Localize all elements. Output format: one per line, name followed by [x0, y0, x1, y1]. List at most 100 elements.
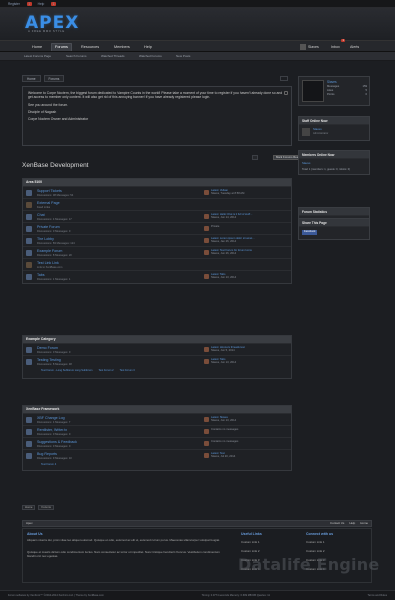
facebook-share-button[interactable]: Facebook: [302, 230, 318, 235]
forum-node[interactable]: XBF Change Log Discussions: 4 Messages: 7…: [23, 414, 291, 426]
forum-name[interactable]: Example Forum: [37, 249, 62, 253]
avatar[interactable]: [302, 80, 324, 102]
footer-link[interactable]: Custom Link 1: [241, 540, 259, 545]
forum-name[interactable]: Support Tickets: [37, 189, 62, 193]
rss-icon[interactable]: [280, 76, 288, 81]
avatar: [204, 429, 209, 434]
forum-name[interactable]: Private Forum: [37, 225, 60, 229]
breadcrumb-home[interactable]: Home: [22, 505, 36, 510]
forum-node[interactable]: The Lobby Discussions: 83 Messages: 124 La…: [23, 235, 291, 247]
forum-icon: [26, 441, 32, 447]
last-post: Latest: Test Slaves, Jul 20, 2014: [211, 452, 291, 459]
tab-help[interactable]: Help: [144, 43, 152, 51]
share-panel: Share This Page Facebook: [298, 218, 370, 240]
forum-name[interactable]: Demo Forum: [37, 346, 58, 350]
forum-stats: Discussions: 1 Messages: 1: [37, 277, 71, 281]
forum-name[interactable]: Bug Reports: [37, 452, 57, 456]
breadcrumb-forums[interactable]: Forums: [38, 505, 54, 510]
private-label: Private: [211, 225, 220, 228]
online-member[interactable]: Slaves: [302, 161, 310, 165]
forum-node[interactable]: External Page Feed Links: [23, 199, 291, 211]
panel-title: Share This Page: [299, 219, 369, 227]
terms-link[interactable]: Terms and Rules: [368, 594, 387, 597]
forum-icon: [26, 359, 32, 365]
subnav-watched-threads[interactable]: Watched Threads: [101, 54, 125, 59]
forum-name[interactable]: Testing Testing: [37, 358, 61, 362]
category-title[interactable]: XenBase Framework: [23, 406, 291, 414]
category-area-5100: Area 5100 Support Tickets Discussions: 38…: [22, 178, 292, 284]
site-tagline: A FREE MMO STYLE: [28, 29, 65, 33]
forum-name[interactable]: XBF Change Log: [37, 416, 65, 420]
category-title[interactable]: Area 5100: [23, 179, 291, 187]
about-title: About Us: [27, 532, 43, 536]
forum-node[interactable]: Bug Reports Discussions: 9 Messages: 10 La…: [23, 450, 291, 470]
forum-node[interactable]: Rentlister, Writer.tx Discussions: 0 Mess…: [23, 426, 291, 438]
connect-link[interactable]: Custom Link 1: [306, 540, 324, 545]
forum-stats: Discussions: 9 Messages: 10: [37, 456, 72, 460]
account-button[interactable]: Slaves: [300, 43, 319, 51]
empty-label: Contains no messages: [211, 440, 239, 443]
avatar-icon: [300, 44, 306, 50]
footer-link[interactable]: Custom Link 2: [241, 549, 259, 554]
help-link[interactable]: Help: [349, 521, 355, 526]
forum-node[interactable]: Support Tickets Discussions: 38 Messages:…: [23, 187, 291, 199]
subnav-watched-forums[interactable]: Watched Forums: [139, 54, 162, 59]
alerts-button[interactable]: Alerts: [350, 43, 359, 51]
forum-name[interactable]: Suggestions & Feedback: [37, 440, 77, 444]
forum-name[interactable]: Tabs: [37, 273, 45, 277]
breadcrumb-forums[interactable]: Forums: [43, 75, 65, 82]
page-title: XenBase Development: [22, 162, 89, 169]
site-header: APEX A FREE MMO STYLE: [0, 8, 395, 40]
avatar[interactable]: [302, 128, 310, 136]
page-nav-pill[interactable]: [252, 155, 258, 160]
subforum-link[interactable]: Test Forum 4: [41, 463, 56, 466]
forum-node[interactable]: Chat Discussions: 4 Messages: 17 Latest: H…: [23, 211, 291, 223]
forum-stats: Discussions: 8 Messages: 20: [37, 253, 72, 257]
forum-name[interactable]: Chat: [37, 213, 45, 217]
link-icon: [26, 262, 32, 268]
forum-stats: Discussions: 38 Messages: 54: [37, 193, 74, 197]
tab-home[interactable]: Home: [32, 43, 42, 51]
tab-members[interactable]: Members: [114, 43, 130, 51]
subforum-link[interactable]: Test Forum 3: [120, 369, 135, 372]
contact-link[interactable]: Contact Us: [330, 521, 344, 526]
register-link[interactable]: Register: [8, 2, 20, 6]
stat-label: Points: [327, 93, 335, 97]
subnav-new-posts[interactable]: New Posts: [176, 54, 190, 59]
home-link[interactable]: Home: [360, 521, 368, 526]
visitor-panel: Slaves Messages 159 Likes 5 Points 0: [298, 76, 370, 106]
subnav-latest[interactable]: Latest Forums Page: [24, 54, 51, 59]
copyright-bar: Forum software by XenForo™ ©2010-2014 Xe…: [0, 590, 395, 600]
forum-node[interactable]: Example Forum Discussions: 8 Messages: 20…: [23, 247, 291, 259]
forum-node[interactable]: Private Forum Discussions: 0 Messages: 0 P…: [23, 223, 291, 235]
forum-node[interactable]: Suggestions & Feedback Discussions: 0 Mes…: [23, 438, 291, 450]
empty-label: Contains no messages: [211, 428, 239, 431]
visitor-name[interactable]: Slaves: [327, 80, 337, 84]
about-text-2: Quisque et mauris dictum odio condimentu…: [27, 550, 220, 558]
forum-node[interactable]: Tabs Discussions: 1 Messages: 1 Latest: Ta…: [23, 271, 291, 283]
inbox-button[interactable]: Inbox: [331, 43, 340, 51]
forum-node[interactable]: Demo Forum Discussions: 0 Messages: 0 Late…: [23, 344, 291, 356]
avatar: [204, 453, 209, 458]
connect-link[interactable]: Custom Link 2: [306, 549, 324, 554]
notice-paragraph: Disciple of Nagash: [28, 109, 57, 114]
forum-node[interactable]: Test Link Link Link to XenBase.com: [23, 259, 291, 271]
forum-icon: [26, 453, 32, 459]
forum-name[interactable]: Test Link Link: [37, 261, 59, 265]
forum-name[interactable]: External Page: [37, 201, 60, 205]
notification-badge-2: 1: [51, 1, 56, 6]
forum-name[interactable]: Rentlister, Writer.tx: [37, 428, 67, 432]
close-icon[interactable]: [284, 91, 288, 95]
category-title[interactable]: Example Category: [23, 336, 291, 344]
footer-style-chooser[interactable]: Apex: [26, 521, 33, 526]
forum-icon: [26, 226, 32, 232]
forum-node[interactable]: Testing Testing Discussions: 8 Messages: …: [23, 356, 291, 378]
forum-name[interactable]: The Lobby: [37, 237, 54, 241]
breadcrumb-home[interactable]: Home: [22, 75, 41, 82]
tab-forums[interactable]: Forums: [51, 43, 72, 51]
help-link[interactable]: Help: [38, 2, 45, 6]
subforum-link[interactable]: Test Forum - Long Subforum Long Subforum: [41, 369, 92, 372]
subforum-link[interactable]: Test Forum 2: [98, 369, 113, 372]
tab-resources[interactable]: Resources: [81, 43, 99, 51]
subnav-search[interactable]: Search Forums: [66, 54, 87, 59]
